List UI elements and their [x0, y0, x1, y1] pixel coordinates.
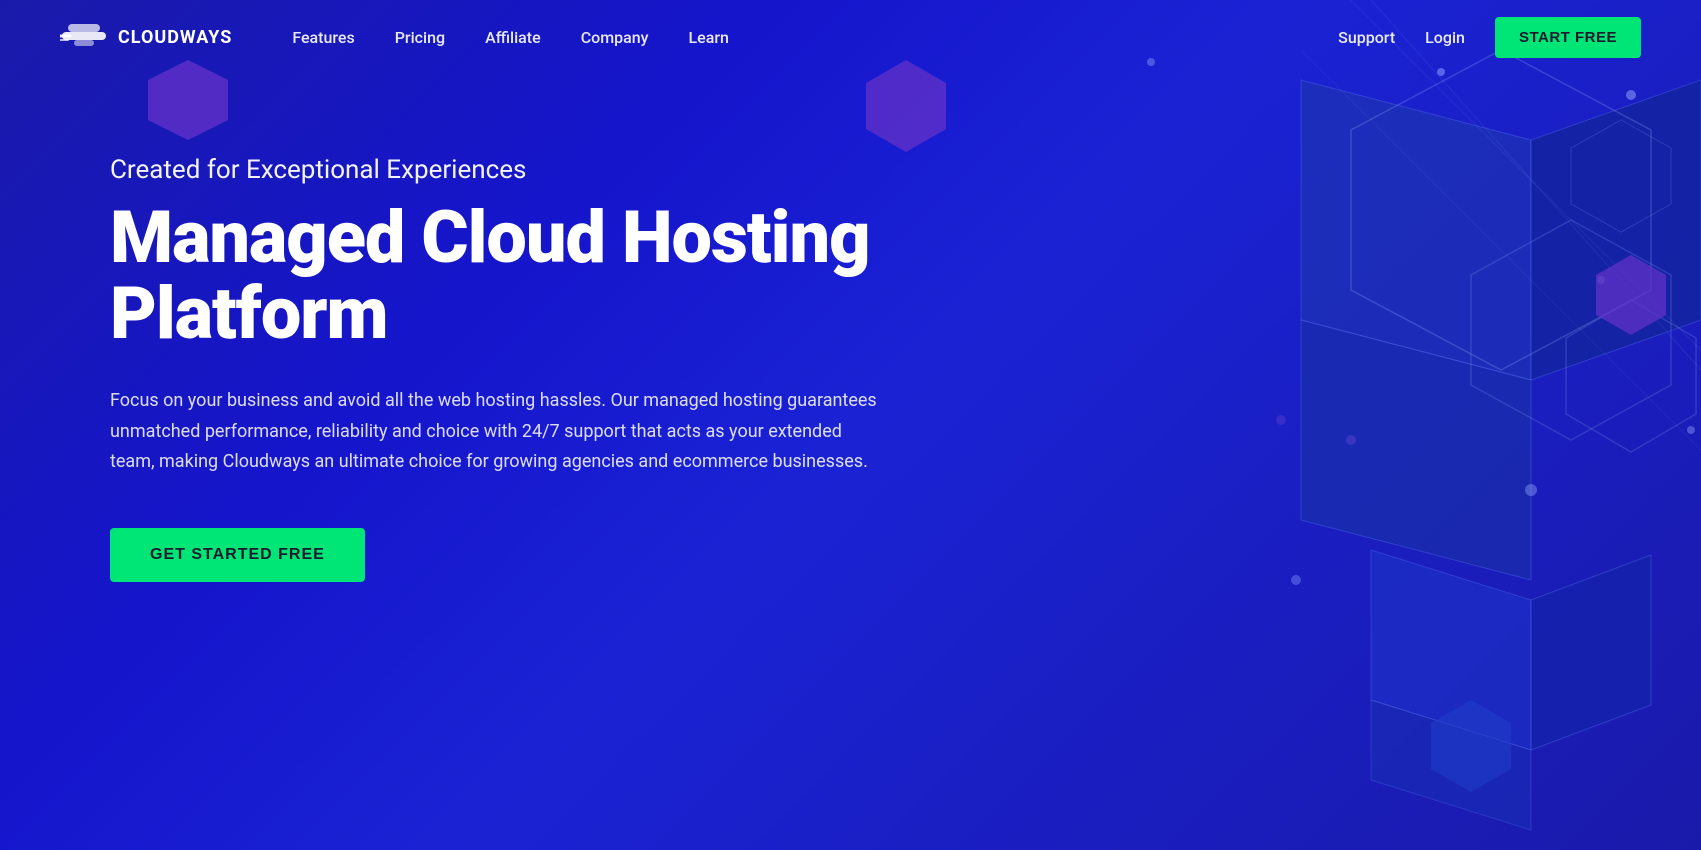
get-started-button[interactable]: GET STARTED FREE [110, 528, 365, 582]
hero-section: CLOUDWAYS Features Pricing Affiliate Com… [0, 0, 1701, 850]
nav-company[interactable]: Company [581, 28, 649, 47]
start-free-button[interactable]: START FREE [1495, 17, 1641, 58]
logo-text: CLOUDWAYS [118, 27, 232, 48]
logo[interactable]: CLOUDWAYS [60, 20, 232, 56]
logo-icon [60, 20, 108, 56]
nav-pricing[interactable]: Pricing [395, 28, 445, 47]
nav-affiliate[interactable]: Affiliate [485, 28, 541, 47]
hero-content: Created for Exceptional Experiences Mana… [0, 75, 1000, 662]
nav-right: Support Login START FREE [1338, 17, 1641, 58]
hero-title-line1: Managed Cloud Hosting [110, 195, 870, 280]
nav-login[interactable]: Login [1425, 28, 1465, 47]
hero-subtitle: Created for Exceptional Experiences [110, 155, 890, 185]
nav-links: Features Pricing Affiliate Company Learn [292, 28, 1338, 47]
hero-title: Managed Cloud Hosting Platform [110, 200, 890, 351]
hero-description: Focus on your business and avoid all the… [110, 386, 890, 478]
nav-features[interactable]: Features [292, 28, 354, 47]
hero-title-line2: Platform [110, 271, 388, 356]
navigation: CLOUDWAYS Features Pricing Affiliate Com… [0, 0, 1701, 75]
nav-learn[interactable]: Learn [689, 28, 729, 47]
nav-support[interactable]: Support [1338, 28, 1395, 47]
